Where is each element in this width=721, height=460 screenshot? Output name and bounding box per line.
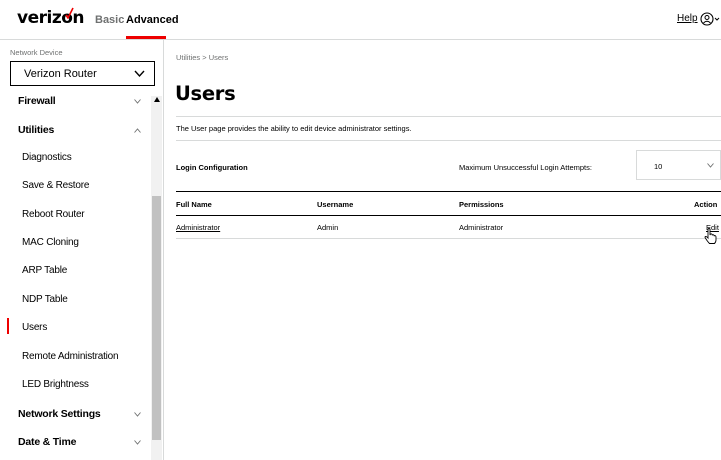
max-attempts-value: 10 [654,162,663,171]
login-configuration-heading: Login Configuration [176,163,248,172]
table-row-border [176,238,721,239]
chevron-down-icon [134,70,145,78]
sidebar-item-label: Save & Restore [22,180,90,191]
sidebar-item-users[interactable]: Users [0,317,150,341]
sidebar-item-label: ARP Table [22,265,68,276]
chevron-down-icon [707,163,714,168]
sidebar-item-label: LED Brightness [22,379,89,390]
user-permissions: Administrator [459,223,504,232]
column-header-permissions: Permissions [459,200,504,209]
network-device-select[interactable]: Verizon Router [10,61,155,86]
sidebar-item-label: Network Settings [18,408,101,420]
sidebar-item-network-settings[interactable]: Network Settings [0,403,150,427]
user-username: Admin [317,223,339,232]
sidebar-item-label: MAC Cloning [22,237,79,248]
active-item-indicator [7,318,9,334]
page-description: The User page provides the ability to ed… [176,124,412,133]
sidebar-item-firewall[interactable]: Firewall [0,90,150,114]
chevron-up-icon [134,128,141,133]
scroll-up-arrow-icon[interactable] [154,97,160,102]
hand-pointer-cursor-icon [704,228,717,244]
divider [176,140,721,141]
sidebar-item-remote-administration[interactable]: Remote Administration [0,346,150,370]
sidebar-item-ndp-table[interactable]: NDP Table [0,289,150,313]
sidebar-item-date-time[interactable]: Date & Time [0,431,150,455]
tab-advanced[interactable]: Advanced [126,14,179,26]
table-top-border [176,191,721,192]
sidebar: Network Device Verizon Router Firewall U… [0,40,164,460]
breadcrumb[interactable]: Utilities > Users [176,53,228,62]
table-header-border [176,215,721,216]
divider [176,116,721,117]
sidebar-item-diagnostics[interactable]: Diagnostics [0,147,150,171]
sidebar-item-label: Firewall [18,95,56,107]
help-link[interactable]: Help [677,13,698,24]
sidebar-item-label: Diagnostics [22,152,72,163]
chevron-down-icon [134,440,141,445]
sidebar-item-led-brightness[interactable]: LED Brightness [0,374,150,398]
account-circle-icon[interactable] [700,11,720,27]
column-header-username: Username [317,200,354,209]
network-device-value: Verizon Router [24,68,97,80]
tab-basic[interactable]: Basic [95,14,124,26]
sidebar-item-arp-table[interactable]: ARP Table [0,260,150,284]
sidebar-item-utilities[interactable]: Utilities [0,119,150,143]
max-attempts-select[interactable]: 10 [636,150,721,180]
max-attempts-label: Maximum Unsuccessful Login Attempts: [459,163,592,172]
network-device-label: Network Device [10,48,63,57]
column-header-action: Action [694,200,718,209]
active-tab-indicator [126,36,166,39]
sidebar-item-label: Users [22,322,48,333]
column-header-full-name: Full Name [176,200,212,209]
sidebar-item-save-restore[interactable]: Save & Restore [0,175,150,199]
top-header: verizon Basic Advanced Help [0,0,721,40]
chevron-down-icon [134,412,141,417]
chevron-down-icon [134,99,141,104]
sidebar-item-label: Remote Administration [22,351,119,362]
sidebar-item-label: NDP Table [22,294,68,305]
scrollbar-thumb[interactable] [152,196,161,440]
page-title: Users [175,82,236,105]
sidebar-item-label: Date & Time [18,436,77,448]
user-full-name-link[interactable]: Administrator [176,223,220,232]
logo-checkmark-icon [65,7,74,19]
sidebar-item-mac-cloning[interactable]: MAC Cloning [0,232,150,256]
sidebar-item-label: Utilities [18,124,55,136]
sidebar-item-label: Reboot Router [22,209,85,220]
sidebar-item-reboot-router[interactable]: Reboot Router [0,204,150,228]
